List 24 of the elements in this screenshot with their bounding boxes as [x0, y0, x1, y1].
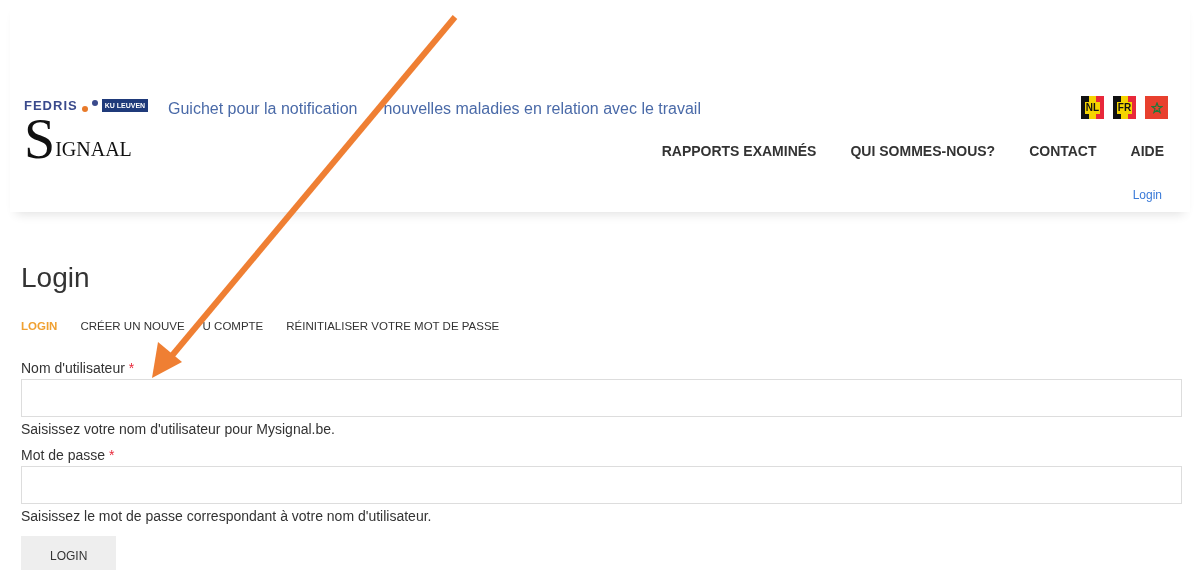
tagline: nouvelles maladies en relation avec le travail	[383, 100, 701, 118]
tab[interactable]: RÉINITIALISER VOTRE MOT DE PASSE	[286, 320, 500, 332]
input-field[interactable]	[21, 466, 1182, 504]
nav-link[interactable]: AIDE	[1130, 143, 1164, 170]
logo-text: IGNAAL	[55, 138, 132, 162]
help-text: Saisissez votre nom d'utilisateur pour Mysignal.be.	[21, 421, 336, 437]
nav-link[interactable]: CONTACT	[1029, 143, 1097, 170]
nav-link[interactable]: QUI SOMMES-NOUS?	[850, 143, 996, 170]
login-button[interactable]: LOGIN	[21, 536, 117, 570]
input-field[interactable]	[21, 379, 1182, 417]
tab[interactable]: CRÉER UN NOUVE U COMPTE	[80, 320, 264, 332]
field-label: Mot de passe *	[21, 447, 116, 463]
flag-icon[interactable]	[1145, 96, 1168, 119]
tagline: Guichet pour la notification	[168, 100, 358, 118]
field-label: Nom d'utilisateur *	[21, 360, 136, 376]
language-button[interactable]: NL	[1081, 96, 1104, 119]
login-link[interactable]: Login	[1132, 187, 1162, 212]
language-button[interactable]: FR	[1113, 96, 1136, 119]
help-text: Saisissez le mot de passe correspondant à votre nom d'utilisateur.	[21, 508, 433, 524]
nav-link[interactable]: RAPPORTS EXAMINÉS	[661, 143, 817, 170]
page-title: Login	[21, 262, 91, 294]
dots-icon	[81, 99, 98, 112]
logo-text: FEDRIS	[24, 98, 78, 113]
logo-letter: S	[24, 113, 56, 165]
